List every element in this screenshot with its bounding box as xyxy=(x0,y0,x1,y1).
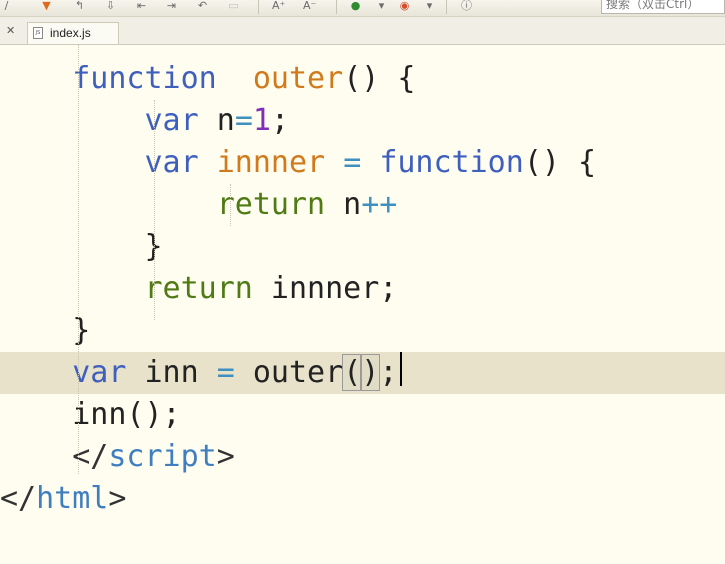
toolbar: ∕ ▼ ↰ ⇩ ⇤ ⇥ ↶ ▭ A⁺ A⁻ ● ▾ ◉ ▾ ⓘ 搜索（双击Ctr… xyxy=(0,0,725,17)
next-file-icon[interactable]: ⇩ xyxy=(104,0,117,12)
code-token: script xyxy=(108,439,217,474)
code-line[interactable]: var innner = function() { xyxy=(0,142,725,184)
disabled-icon: ▭ xyxy=(228,0,239,12)
code-token: function xyxy=(72,61,217,96)
code-token: () { xyxy=(343,61,416,96)
code-token: return xyxy=(216,187,326,222)
code-token: function xyxy=(379,145,524,180)
indent-guide xyxy=(154,100,155,320)
code-token: </ xyxy=(0,481,37,516)
browser-icon[interactable]: ◉ xyxy=(398,0,411,12)
code-line[interactable]: var n=1; xyxy=(0,100,725,142)
dropdown-icon[interactable]: ▾ xyxy=(423,0,436,12)
code-token: = xyxy=(216,355,235,390)
toolbar-separator xyxy=(446,0,447,14)
code-line[interactable]: return innner; xyxy=(0,268,725,310)
toolbar-separator xyxy=(258,0,259,14)
code-token: = xyxy=(234,103,253,138)
code-token: outer xyxy=(252,61,344,96)
prev-file-icon[interactable]: ↰ xyxy=(73,0,86,12)
code-token: } xyxy=(72,313,91,348)
code-token: 1 xyxy=(252,103,271,138)
code-token: var xyxy=(144,103,199,138)
code-editor[interactable]: </html> </script> inn(); var inn = outer… xyxy=(0,44,725,564)
code-token: > xyxy=(108,481,127,516)
code-token: () { xyxy=(523,145,597,180)
font-decrease-icon[interactable]: A⁻ xyxy=(303,0,316,12)
tab-index-js[interactable]: JS index.js xyxy=(27,22,119,44)
dropdown-icon[interactable]: ▾ xyxy=(375,0,388,12)
code-line[interactable]: } xyxy=(0,310,725,352)
code-line[interactable]: </script> xyxy=(0,436,725,478)
bookmark-icon[interactable]: ▼ xyxy=(40,0,53,12)
indent-guide xyxy=(78,44,79,474)
go-first-icon[interactable]: ⇤ xyxy=(135,0,148,12)
code-token: ; xyxy=(379,355,398,390)
font-increase-icon[interactable]: A⁺ xyxy=(272,0,285,12)
tab-label: index.js xyxy=(50,26,91,40)
code-line[interactable]: </html> xyxy=(0,478,725,520)
code-token: > xyxy=(216,439,235,474)
code-token: var xyxy=(72,355,127,390)
code-line[interactable]: function outer() { xyxy=(0,58,725,100)
close-all-icon[interactable]: ✕ xyxy=(6,25,15,36)
code-token: ; xyxy=(270,103,289,138)
code-token: html xyxy=(36,481,109,516)
code-line[interactable]: return n++ xyxy=(0,184,725,226)
indent-guide xyxy=(230,184,231,226)
code-token: outer xyxy=(234,355,344,390)
code-token: n xyxy=(325,187,362,222)
search-input[interactable]: 搜索（双击Ctrl） xyxy=(601,0,725,14)
code-token: inn xyxy=(126,355,217,390)
undo-icon[interactable]: ↶ xyxy=(196,0,209,12)
code-line[interactable]: var inn = outer(); xyxy=(0,352,725,394)
code-token: innner; xyxy=(252,271,398,306)
tab-bar: ✕ JS index.js xyxy=(0,17,725,45)
code-token: return xyxy=(144,271,253,306)
code-line[interactable]: inn(); xyxy=(0,394,725,436)
info-icon[interactable]: ⓘ xyxy=(460,0,473,12)
matched-parens: () xyxy=(342,354,381,391)
code-token: ++ xyxy=(361,187,398,222)
code-line[interactable]: } xyxy=(0,226,725,268)
left-edge-icon[interactable]: ∕ xyxy=(0,0,13,12)
code-token: = xyxy=(343,145,362,180)
toolbar-separator xyxy=(336,0,337,14)
code-token: n xyxy=(198,103,235,138)
go-last-icon[interactable]: ⇥ xyxy=(165,0,178,12)
text-cursor xyxy=(400,352,402,386)
code-token: innner xyxy=(216,145,326,180)
code-token: inn(); xyxy=(72,397,181,432)
run-icon[interactable]: ● xyxy=(349,0,362,12)
js-file-icon: JS xyxy=(33,27,43,39)
code-token: var xyxy=(144,145,199,180)
